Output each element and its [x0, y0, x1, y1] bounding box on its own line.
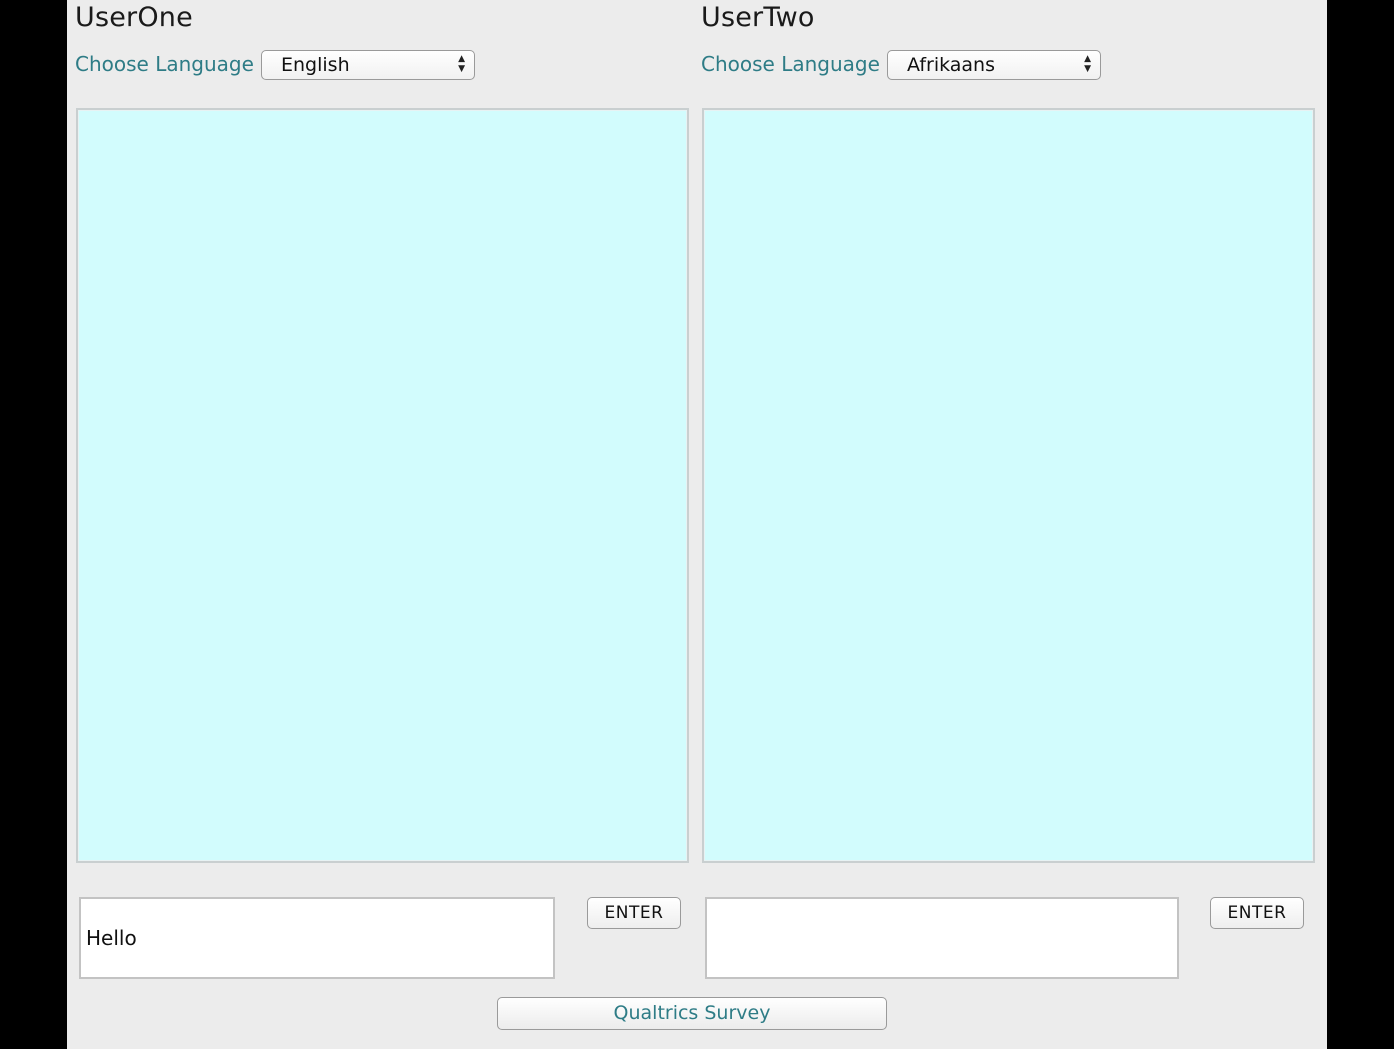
user-two-message-input[interactable]: [705, 897, 1179, 979]
user-two-language-select[interactable]: Afrikaans ▲ ▼: [887, 50, 1101, 80]
user-two-language-value: Afrikaans: [907, 54, 995, 76]
user-two-title: UserTwo: [701, 2, 815, 33]
up-down-arrows-icon: ▲ ▼: [1084, 54, 1091, 74]
qualtrics-survey-button[interactable]: Qualtrics Survey: [497, 997, 887, 1030]
user-one-message-input[interactable]: Hello: [79, 897, 555, 979]
up-down-arrows-icon: ▲ ▼: [458, 54, 465, 74]
app-window: UserOne Choose Language English ▲ ▼ Hello…: [67, 0, 1327, 1049]
user-one-title: UserOne: [75, 2, 193, 33]
user-one-enter-button[interactable]: ENTER: [587, 897, 681, 929]
user-one-language-label: Choose Language: [75, 52, 254, 76]
user-two-chat-panel[interactable]: [702, 108, 1315, 863]
user-one-chat-panel[interactable]: [76, 108, 689, 863]
user-one-language-select[interactable]: English ▲ ▼: [261, 50, 475, 80]
user-two-language-label: Choose Language: [701, 52, 880, 76]
user-one-language-value: English: [281, 54, 350, 76]
user-two-enter-button[interactable]: ENTER: [1210, 897, 1304, 929]
